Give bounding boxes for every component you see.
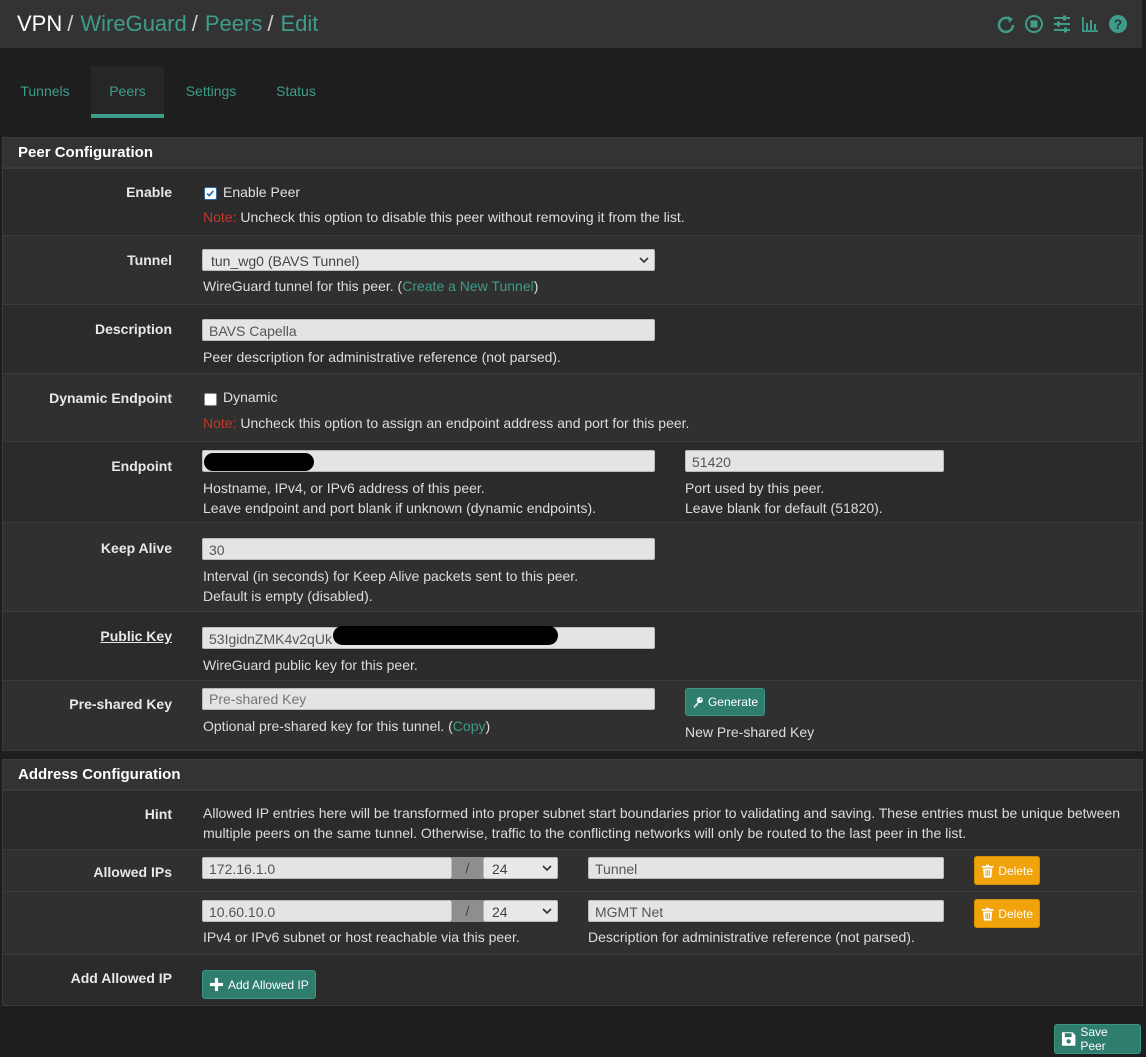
header-icons: ? <box>996 14 1128 34</box>
chevron-down-icon <box>542 908 552 915</box>
plus-icon <box>209 977 224 992</box>
keep-alive-input[interactable]: 30 <box>202 538 655 560</box>
row-keep-alive: Keep Alive 30 Interval (in seconds) for … <box>3 522 1142 612</box>
row-public-key: Public Key 53IgidnZMK4v2qUk WireGuard pu… <box>3 611 1142 681</box>
generate-help: New Pre-shared Key <box>685 724 815 740</box>
breadcrumb-wireguard[interactable]: WireGuard <box>80 11 186 36</box>
breadcrumb-vpn: VPN <box>17 11 63 36</box>
description-label: Description <box>94 321 172 337</box>
trash-icon <box>981 864 994 878</box>
keep-alive-help: Interval (in seconds) for Keep Alive pac… <box>203 568 579 604</box>
pre-shared-key-help: Optional pre-shared key for this tunnel.… <box>203 718 491 734</box>
tab-peers[interactable]: Peers <box>91 66 164 118</box>
row-allowed-ip: 10.60.10.0 / 24 MGMT Net Delete IPv4 or … <box>3 891 1142 955</box>
dynamic-endpoint-label: Dynamic Endpoint <box>49 390 172 406</box>
cidr-slash: / <box>452 900 483 922</box>
endpoint-port-input[interactable]: 51420 <box>685 450 944 472</box>
key-icon <box>693 697 703 708</box>
hint-label: Hint <box>144 806 172 822</box>
allowed-ips-label: Allowed IPs <box>93 864 172 880</box>
row-enable: Enable Enable Peer Note: Uncheck this op… <box>3 168 1142 236</box>
description-input[interactable]: BAVS Capella <box>202 319 655 341</box>
copy-link[interactable]: Copy <box>453 718 486 734</box>
row-allowed-ip: Allowed IPs 172.16.1.0 / 24 Tunnel Delet… <box>3 849 1142 892</box>
row-hint: Hint Allowed IP entries here will be tra… <box>3 790 1142 850</box>
public-key-help: WireGuard public key for this peer. <box>203 657 418 673</box>
tunnel-label: Tunnel <box>127 252 172 268</box>
dynamic-note: Note: Uncheck this option to assign an e… <box>203 415 690 431</box>
row-add-allowed-ip: Add Allowed IP Add Allowed IP <box>3 954 1142 1005</box>
tab-tunnels[interactable]: Tunnels <box>0 66 90 114</box>
tunnel-select[interactable]: tun_wg0 (BAVS Tunnel) <box>202 249 655 271</box>
tab-bar: Tunnels Peers Settings Status <box>0 66 1142 118</box>
add-allowed-ip-button[interactable]: Add Allowed IP <box>202 970 316 999</box>
panel-title: Address Configuration <box>3 760 1142 790</box>
row-dynamic-endpoint: Dynamic Endpoint Dynamic Note: Uncheck t… <box>3 373 1142 442</box>
svg-text:?: ? <box>1114 16 1123 32</box>
tab-settings[interactable]: Settings <box>172 66 250 114</box>
endpoint-help: Hostname, IPv4, or IPv6 address of this … <box>203 480 597 516</box>
breadcrumb-edit[interactable]: Edit <box>280 11 318 36</box>
allowed-ip-description-help: Description for administrative reference… <box>588 929 915 945</box>
public-key-label[interactable]: Public Key <box>100 628 172 644</box>
tunnel-help: WireGuard tunnel for this peer. (Create … <box>203 278 539 294</box>
dynamic-checkbox[interactable] <box>204 393 217 406</box>
page-header: VPN / WireGuard / Peers / Edit ? <box>0 0 1142 49</box>
allowed-ip-description-input[interactable]: Tunnel <box>588 857 944 879</box>
save-icon <box>1061 1032 1076 1046</box>
help-icon[interactable]: ? <box>1108 14 1128 34</box>
port-help: Port used by this peer. Leave blank for d… <box>685 480 883 516</box>
tab-status[interactable]: Status <box>260 66 332 114</box>
row-pre-shared-key: Pre-shared Key Optional pre-shared key f… <box>3 680 1142 750</box>
hint-text: Allowed IP entries here will be transfor… <box>203 805 1121 841</box>
row-tunnel: Tunnel tun_wg0 (BAVS Tunnel) WireGuard t… <box>3 235 1142 305</box>
allowed-ip-help: IPv4 or IPv6 subnet or host reachable vi… <box>203 929 520 945</box>
trash-icon <box>981 907 994 921</box>
chevron-down-icon <box>542 865 552 872</box>
enable-note: Note: Uncheck this option to disable thi… <box>203 209 685 225</box>
create-tunnel-link[interactable]: Create a New Tunnel <box>402 278 534 294</box>
allowed-ip-input[interactable]: 172.16.1.0 <box>202 857 452 879</box>
peer-configuration-panel: Peer Configuration Enable Enable Peer No… <box>2 137 1143 751</box>
pre-shared-key-label: Pre-shared Key <box>69 696 172 712</box>
address-configuration-panel: Address Configuration Hint Allowed IP en… <box>2 759 1143 1006</box>
generate-button[interactable]: Generate <box>685 688 765 716</box>
stop-icon[interactable] <box>1024 14 1044 34</box>
keep-alive-label: Keep Alive <box>100 540 172 556</box>
endpoint-label: Endpoint <box>111 458 172 474</box>
chart-icon[interactable] <box>1080 14 1100 34</box>
mask-select[interactable]: 24 <box>483 900 558 922</box>
allowed-ip-description-input[interactable]: MGMT Net <box>588 900 944 922</box>
breadcrumb-peers[interactable]: Peers <box>205 11 262 36</box>
row-endpoint: Endpoint Hostname, IPv4, or IPv6 address… <box>3 441 1142 523</box>
dynamic-checkbox-label: Dynamic <box>223 389 278 405</box>
chevron-down-icon <box>639 257 649 264</box>
save-peer-button[interactable]: Save Peer <box>1054 1024 1141 1054</box>
description-help: Peer description for administrative refe… <box>203 349 561 365</box>
panel-title: Peer Configuration <box>3 138 1142 168</box>
cidr-slash: / <box>452 857 483 879</box>
enable-peer-checkbox[interactable] <box>204 187 217 200</box>
enable-label: Enable <box>126 184 172 200</box>
sliders-icon[interactable] <box>1052 14 1072 34</box>
breadcrumb: VPN / WireGuard / Peers / Edit <box>17 11 319 36</box>
restart-icon[interactable] <box>996 14 1016 34</box>
add-allowed-ip-label: Add Allowed IP <box>70 970 172 986</box>
pre-shared-key-input[interactable] <box>202 688 655 710</box>
enable-peer-label: Enable Peer <box>223 184 301 200</box>
redaction-mark <box>333 626 558 645</box>
delete-button[interactable]: Delete <box>974 856 1040 885</box>
redaction-mark <box>204 453 314 471</box>
allowed-ip-input[interactable]: 10.60.10.0 <box>202 900 452 922</box>
delete-button[interactable]: Delete <box>974 899 1040 928</box>
row-description: Description BAVS Capella Peer descriptio… <box>3 304 1142 374</box>
mask-select[interactable]: 24 <box>483 857 558 879</box>
